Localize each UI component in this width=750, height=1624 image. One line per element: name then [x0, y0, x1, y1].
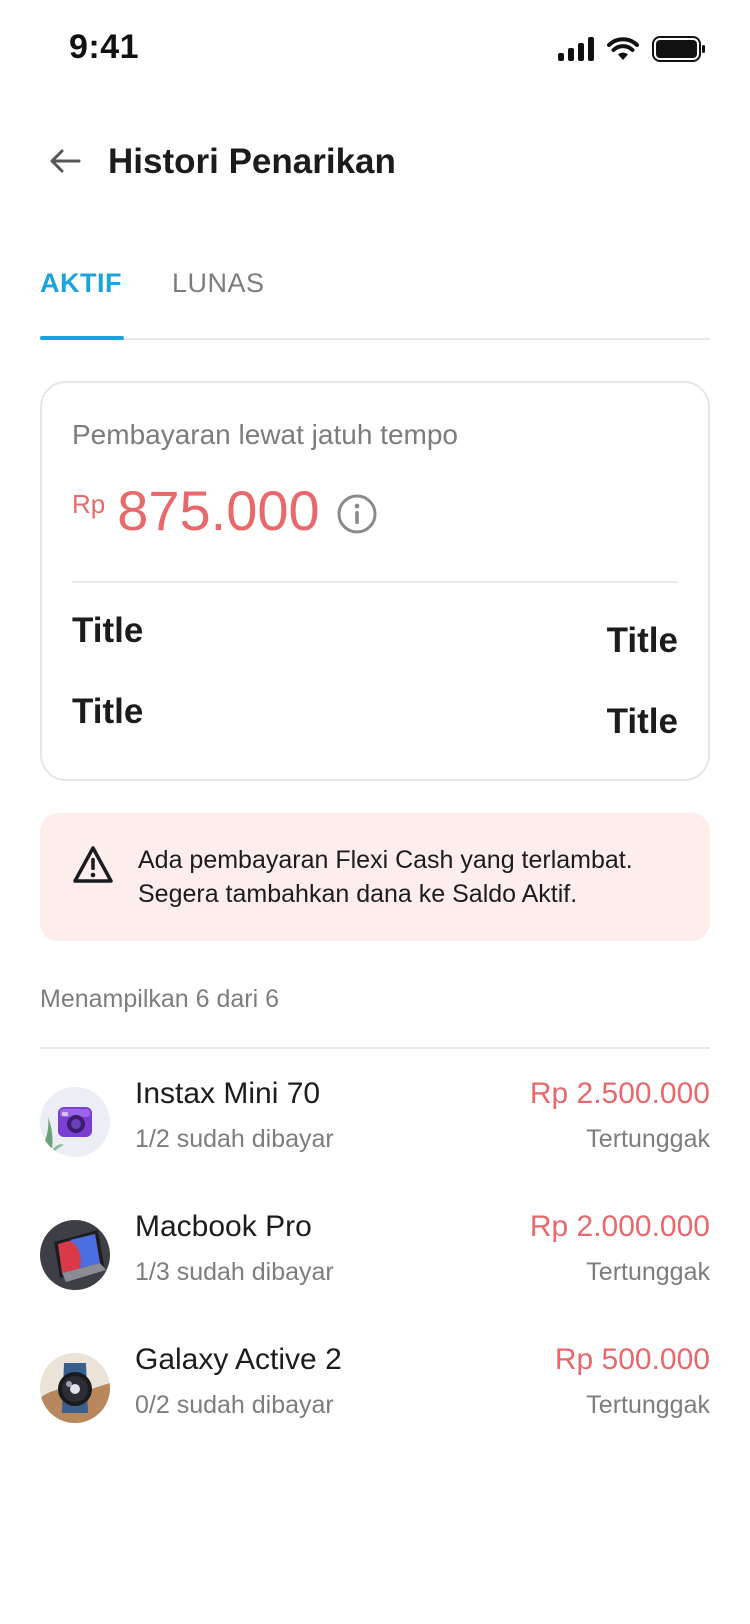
summary-row-1-left: Title — [72, 611, 144, 650]
list-item[interactable]: Instax Mini 70 1/2 sudah dibayar Rp 2.50… — [40, 1077, 710, 1167]
item-progress: 1/3 sudah dibayar — [135, 1258, 334, 1286]
battery-icon — [652, 36, 705, 62]
summary-row-1-right: Title — [606, 621, 678, 660]
item-name: Macbook Pro — [135, 1210, 312, 1243]
list-divider — [40, 1047, 710, 1049]
product-thumbnail — [40, 1087, 110, 1157]
item-amount: Rp 2.000.000 — [529, 1210, 710, 1243]
back-button[interactable] — [40, 136, 90, 186]
item-progress: 1/2 sudah dibayar — [135, 1125, 334, 1153]
item-name: Galaxy Active 2 — [135, 1343, 342, 1376]
overdue-amount: Rp 875.000 — [72, 483, 378, 539]
item-status: Tertunggak — [586, 1125, 710, 1153]
alert-line-2: Segera tambahkan dana ke Saldo Aktif. — [138, 880, 578, 908]
status-time: 9:41 — [69, 28, 140, 66]
overdue-summary-card: Pembayaran lewat jatuh tempo Rp 875.000 … — [40, 381, 710, 781]
item-status: Tertunggak — [586, 1391, 710, 1419]
item-progress: 0/2 sudah dibayar — [135, 1391, 334, 1419]
alert-message: Ada pembayaran Flexi Cash yang terlambat… — [138, 843, 688, 911]
product-thumbnail — [40, 1353, 110, 1423]
app-header: Histori Penarikan — [0, 120, 750, 206]
wifi-icon — [607, 37, 639, 60]
item-status: Tertunggak — [586, 1258, 710, 1286]
item-name: Instax Mini 70 — [135, 1077, 321, 1110]
product-thumbnail — [40, 1220, 110, 1290]
list-item[interactable]: Galaxy Active 2 0/2 sudah dibayar Rp 500… — [40, 1343, 710, 1433]
page-title: Histori Penarikan — [108, 142, 396, 181]
currency-label: Rp — [72, 489, 106, 519]
summary-row-2-left: Title — [72, 692, 144, 731]
item-amount: Rp 500.000 — [554, 1343, 710, 1376]
alert-line-1: Ada pembayaran Flexi Cash yang terlambat… — [138, 846, 633, 874]
warning-icon — [73, 846, 113, 883]
active-tab-indicator — [40, 336, 124, 340]
tab-lunas[interactable]: LUNAS — [172, 268, 265, 299]
list-item[interactable]: Macbook Pro 1/3 sudah dibayar Rp 2.000.0… — [40, 1210, 710, 1300]
status-bar: 9:41 — [0, 0, 750, 100]
overdue-label: Pembayaran lewat jatuh tempo — [72, 419, 458, 450]
tab-aktif[interactable]: AKTIF — [40, 268, 122, 299]
tab-bar: AKTIF LUNAS — [40, 258, 710, 340]
status-icons — [558, 36, 706, 62]
amount-value: 875.000 — [117, 479, 320, 542]
arrow-left-icon — [50, 149, 81, 173]
info-icon[interactable] — [336, 493, 378, 535]
item-amount: Rp 2.500.000 — [529, 1077, 710, 1110]
summary-row-2-right: Title — [606, 702, 678, 741]
cellular-signal-icon — [558, 37, 594, 61]
list-count: Menampilkan 6 dari 6 — [40, 985, 280, 1013]
late-payment-alert: Ada pembayaran Flexi Cash yang terlambat… — [40, 813, 710, 941]
card-divider — [72, 581, 678, 583]
